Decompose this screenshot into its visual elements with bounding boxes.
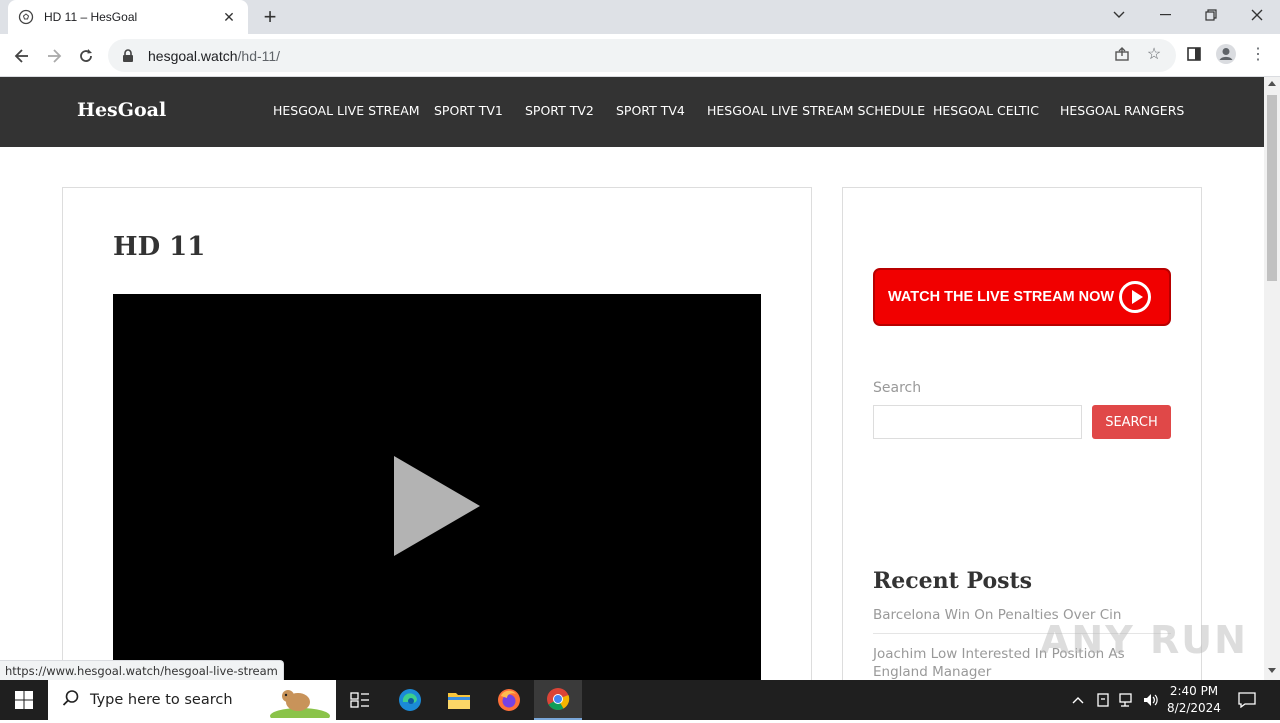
show-hidden-icons-chevron[interactable] xyxy=(1066,680,1090,720)
bookmark-star-icon[interactable]: ☆ xyxy=(1142,42,1166,66)
tab-search-icon[interactable] xyxy=(1096,0,1142,30)
play-circle-icon xyxy=(1119,281,1151,313)
taskbar-search-box[interactable]: Type here to search xyxy=(48,680,336,723)
close-tab-icon[interactable]: ✕ xyxy=(220,8,238,26)
notification-icon[interactable] xyxy=(1232,680,1262,720)
url-text: hesgoal.watch/hd-11/ xyxy=(148,48,280,64)
search-input[interactable] xyxy=(873,405,1082,439)
play-icon[interactable] xyxy=(394,456,480,556)
volume-icon[interactable] xyxy=(1140,680,1162,720)
network-icon[interactable] xyxy=(1116,680,1138,720)
nav-hesgoal-live-stream[interactable]: HESGOAL LIVE STREAM xyxy=(273,103,420,118)
site-logo[interactable]: HesGoal xyxy=(77,99,166,121)
watch-live-stream-button[interactable]: WATCH THE LIVE STREAM NOW xyxy=(873,268,1171,326)
scroll-thumb[interactable] xyxy=(1267,95,1277,281)
device-icon[interactable] xyxy=(1092,680,1114,720)
nav-sport-tv4[interactable]: SPORT TV4 xyxy=(616,103,685,118)
search-icon xyxy=(62,689,80,712)
nav-live-stream-schedule[interactable]: HESGOAL LIVE STREAM SCHEDULE xyxy=(707,103,925,118)
tab-title: HD 11 – HesGoal xyxy=(44,10,138,24)
nav-hesgoal-rangers[interactable]: HESGOAL RANGERS xyxy=(1060,103,1184,118)
url-path: /hd-11/ xyxy=(237,47,281,64)
chrome-icon[interactable] xyxy=(534,680,582,720)
windows-taskbar: Type here to search 2:40 PM 8/2/2024 xyxy=(0,680,1280,723)
anyrun-watermark: ANY RUN xyxy=(1040,618,1248,662)
new-tab-button[interactable]: + xyxy=(258,4,282,29)
minimize-button[interactable] xyxy=(1142,0,1188,30)
file-explorer-icon[interactable] xyxy=(435,680,483,720)
taskbar-clock[interactable]: 2:40 PM 8/2/2024 xyxy=(1164,683,1224,717)
search-button[interactable]: SEARCH xyxy=(1092,405,1171,439)
address-bar[interactable]: hesgoal.watch/hd-11/ xyxy=(108,39,1176,72)
taskbar-search-placeholder: Type here to search xyxy=(90,692,233,708)
main-content: HD 11 xyxy=(62,187,812,707)
scroll-up-arrow-icon[interactable] xyxy=(1268,81,1276,86)
browser-toolbar: hesgoal.watch/hd-11/ ☆ ⋮ xyxy=(0,34,1280,77)
scroll-down-arrow-icon[interactable] xyxy=(1268,668,1276,673)
restore-button[interactable] xyxy=(1188,0,1234,30)
page-title: HD 11 xyxy=(113,232,206,262)
nav-hesgoal-celtic[interactable]: HESGOAL CELTIC xyxy=(933,103,1039,118)
menu-kebab-icon[interactable]: ⋮ xyxy=(1246,42,1270,66)
side-panel-icon[interactable] xyxy=(1182,42,1206,66)
status-bar-url: https://www.hesgoal.watch/hesgoal-live-s… xyxy=(0,660,284,680)
forward-button[interactable] xyxy=(40,42,68,70)
clock-time: 2:40 PM xyxy=(1169,684,1219,698)
task-view-icon[interactable] xyxy=(336,680,384,720)
search-highlight-image xyxy=(270,682,330,723)
nav-sport-tv1[interactable]: SPORT TV1 xyxy=(434,103,503,118)
edge-browser-icon[interactable] xyxy=(386,680,434,720)
video-player[interactable] xyxy=(113,294,761,694)
page-scrollbar[interactable] xyxy=(1264,77,1280,680)
clock-date: 8/2/2024 xyxy=(1167,701,1221,715)
reload-button[interactable] xyxy=(72,42,100,70)
recent-posts-heading: Recent Posts xyxy=(873,568,1033,594)
cta-label: WATCH THE LIVE STREAM NOW xyxy=(888,289,1115,305)
tab-strip: HD 11 – HesGoal ✕ + xyxy=(0,0,1280,34)
back-button[interactable] xyxy=(8,42,36,70)
browser-tab[interactable]: HD 11 – HesGoal ✕ xyxy=(8,0,248,34)
lock-icon xyxy=(122,48,136,63)
profile-avatar-icon[interactable] xyxy=(1214,42,1238,66)
firefox-icon[interactable] xyxy=(485,680,533,720)
site-header: HesGoal HESGOAL LIVE STREAM SPORT TV1 SP… xyxy=(0,77,1264,147)
soccer-ball-icon xyxy=(18,9,34,25)
nav-sport-tv2[interactable]: SPORT TV2 xyxy=(525,103,594,118)
share-icon[interactable] xyxy=(1110,42,1134,66)
windows-start-icon[interactable] xyxy=(0,680,48,720)
search-label: Search xyxy=(873,380,922,396)
url-domain: hesgoal.watch xyxy=(148,47,238,64)
close-window-button[interactable] xyxy=(1234,0,1280,30)
